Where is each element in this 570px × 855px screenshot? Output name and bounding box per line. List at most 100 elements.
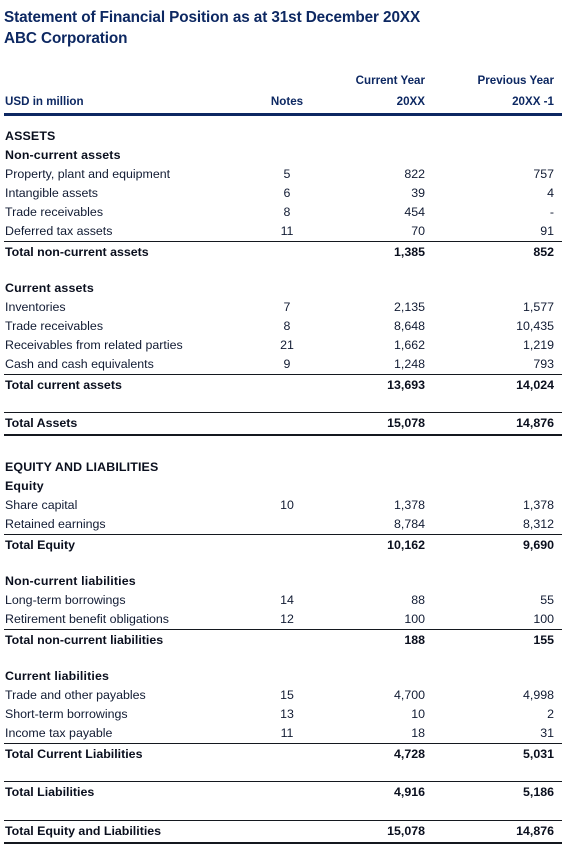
- row-current-value: 8,784: [393, 517, 425, 531]
- spacer: [4, 650, 562, 667]
- table-header-row-bottom: USD in million Notes 20XX 20XX -1: [4, 90, 562, 113]
- balance-sheet-table: Current Year Previous Year USD in millio…: [4, 71, 562, 844]
- header-current-year-period: 20XX: [396, 95, 425, 108]
- total-note: [262, 629, 320, 650]
- spacer: [4, 262, 562, 279]
- section-heading-non-current-liabilities: Non-current liabilities: [4, 572, 562, 591]
- total-current-value: 4,728: [320, 743, 435, 764]
- row-current-value: 1,248: [393, 357, 425, 371]
- row-previous-value: 91: [540, 224, 554, 238]
- total-label: Total Liabilities: [4, 781, 262, 803]
- total-row-equity: Total Equity 10,162 9,690: [4, 534, 562, 555]
- row-note: 10: [280, 498, 294, 512]
- total-note: [262, 743, 320, 764]
- total-row-non-current-assets: Total non-current assets 1,385 852: [4, 241, 562, 262]
- table-row: Retirement benefit obligations 12 100 10…: [4, 610, 562, 630]
- table-row: Property, plant and equipment 5 822 757: [4, 165, 562, 184]
- section-heading-equity: Equity: [4, 477, 562, 496]
- row-previous-value: 55: [540, 593, 554, 607]
- table-row: Short-term borrowings 13 10 2: [4, 705, 562, 724]
- table-row: Receivables from related parties 21 1,66…: [4, 336, 562, 355]
- header-previous-year-period: 20XX -1: [512, 95, 554, 108]
- row-label: Trade receivables: [5, 205, 104, 219]
- total-note: [262, 241, 320, 262]
- row-current-value: 822: [404, 167, 425, 181]
- total-previous-value: 155: [435, 629, 562, 650]
- section-label: EQUITY AND LIABILITIES: [5, 460, 159, 474]
- row-note: 5: [283, 167, 291, 181]
- section-label: Current assets: [5, 281, 94, 295]
- total-current-value: 13,693: [320, 374, 435, 395]
- row-previous-value: 1,219: [522, 338, 554, 352]
- table-row: Long-term borrowings 14 88 55: [4, 591, 562, 610]
- section-heading-non-current-assets: Non-current assets: [4, 146, 562, 165]
- section-heading-current-assets: Current assets: [4, 279, 562, 298]
- row-note: 8: [283, 205, 291, 219]
- row-note: [262, 515, 320, 535]
- spacer: [4, 764, 562, 782]
- table-row: Share capital 10 1,378 1,378: [4, 496, 562, 515]
- row-current-value: 454: [404, 205, 425, 219]
- total-current-value: 15,078: [320, 820, 435, 844]
- total-label: Total Assets: [4, 412, 262, 436]
- spacer: [4, 555, 562, 572]
- total-label: Total Current Liabilities: [4, 743, 262, 764]
- table-row: Retained earnings 8,784 8,312: [4, 515, 562, 535]
- section-heading-equity-liabilities: EQUITY AND LIABILITIES: [4, 458, 562, 477]
- row-label: Share capital: [5, 498, 78, 512]
- total-label: Total non-current assets: [4, 241, 262, 262]
- total-previous-value: 5,031: [435, 743, 562, 764]
- row-note: 15: [280, 688, 294, 702]
- page-title: Statement of Financial Position as at 31…: [4, 9, 421, 26]
- section-label: Non-current assets: [5, 148, 121, 162]
- total-previous-value: 14,024: [435, 374, 562, 395]
- row-label: Deferred tax assets: [5, 224, 113, 238]
- financial-statement-page: Statement of Financial Position as at 31…: [0, 0, 570, 855]
- total-previous-value: 14,876: [435, 820, 562, 844]
- row-label: Income tax payable: [5, 726, 113, 740]
- table-row: Intangible assets 6 39 4: [4, 184, 562, 203]
- total-row-total-liabilities: Total Liabilities 4,916 5,186: [4, 781, 562, 803]
- header-spacer: [4, 71, 262, 90]
- section-label: ASSETS: [5, 129, 56, 143]
- total-current-value: 15,078: [320, 412, 435, 436]
- total-previous-value: 5,186: [435, 781, 562, 803]
- table-row: Inventories 7 2,135 1,577: [4, 298, 562, 317]
- total-note: [262, 534, 320, 555]
- header-current-year: Current Year: [355, 74, 425, 87]
- spacer: [4, 435, 562, 458]
- table-row: Trade and other payables 15 4,700 4,998: [4, 686, 562, 705]
- row-previous-value: 2: [547, 707, 554, 721]
- total-row-non-current-liabilities: Total non-current liabilities 188 155: [4, 629, 562, 650]
- total-label: Total current assets: [4, 374, 262, 395]
- row-note: 14: [280, 593, 294, 607]
- table-row: Income tax payable 11 18 31: [4, 724, 562, 744]
- table-header-row-top: Current Year Previous Year: [4, 71, 562, 90]
- total-note: [262, 374, 320, 395]
- row-label: Receivables from related parties: [5, 338, 183, 352]
- table-row: Trade receivables 8 454 -: [4, 203, 562, 222]
- total-current-value: 4,916: [320, 781, 435, 803]
- row-previous-value: 100: [533, 612, 554, 626]
- row-current-value: 1,662: [393, 338, 425, 352]
- header-previous-year: Previous Year: [477, 74, 555, 87]
- total-note: [262, 412, 320, 436]
- row-note: 13: [280, 707, 294, 721]
- section-label: Non-current liabilities: [5, 574, 136, 588]
- row-label: Intangible assets: [5, 186, 98, 200]
- row-note: 9: [283, 357, 291, 371]
- header-units-label: USD in million: [5, 95, 84, 108]
- row-current-value: 88: [411, 593, 425, 607]
- row-current-value: 4,700: [393, 688, 425, 702]
- total-row-current-assets: Total current assets 13,693 14,024: [4, 374, 562, 395]
- company-name: ABC Corporation: [4, 30, 128, 47]
- spacer: [4, 395, 562, 413]
- total-row-total-equity-and-liabilities: Total Equity and Liabilities 15,078 14,8…: [4, 820, 562, 844]
- total-row-total-assets: Total Assets 15,078 14,876: [4, 412, 562, 436]
- row-previous-value: -: [549, 205, 554, 219]
- total-previous-value: 14,876: [435, 412, 562, 436]
- row-current-value: 1,378: [393, 498, 425, 512]
- total-note: [262, 781, 320, 803]
- row-label: Retained earnings: [5, 517, 106, 531]
- spacer: [4, 803, 562, 821]
